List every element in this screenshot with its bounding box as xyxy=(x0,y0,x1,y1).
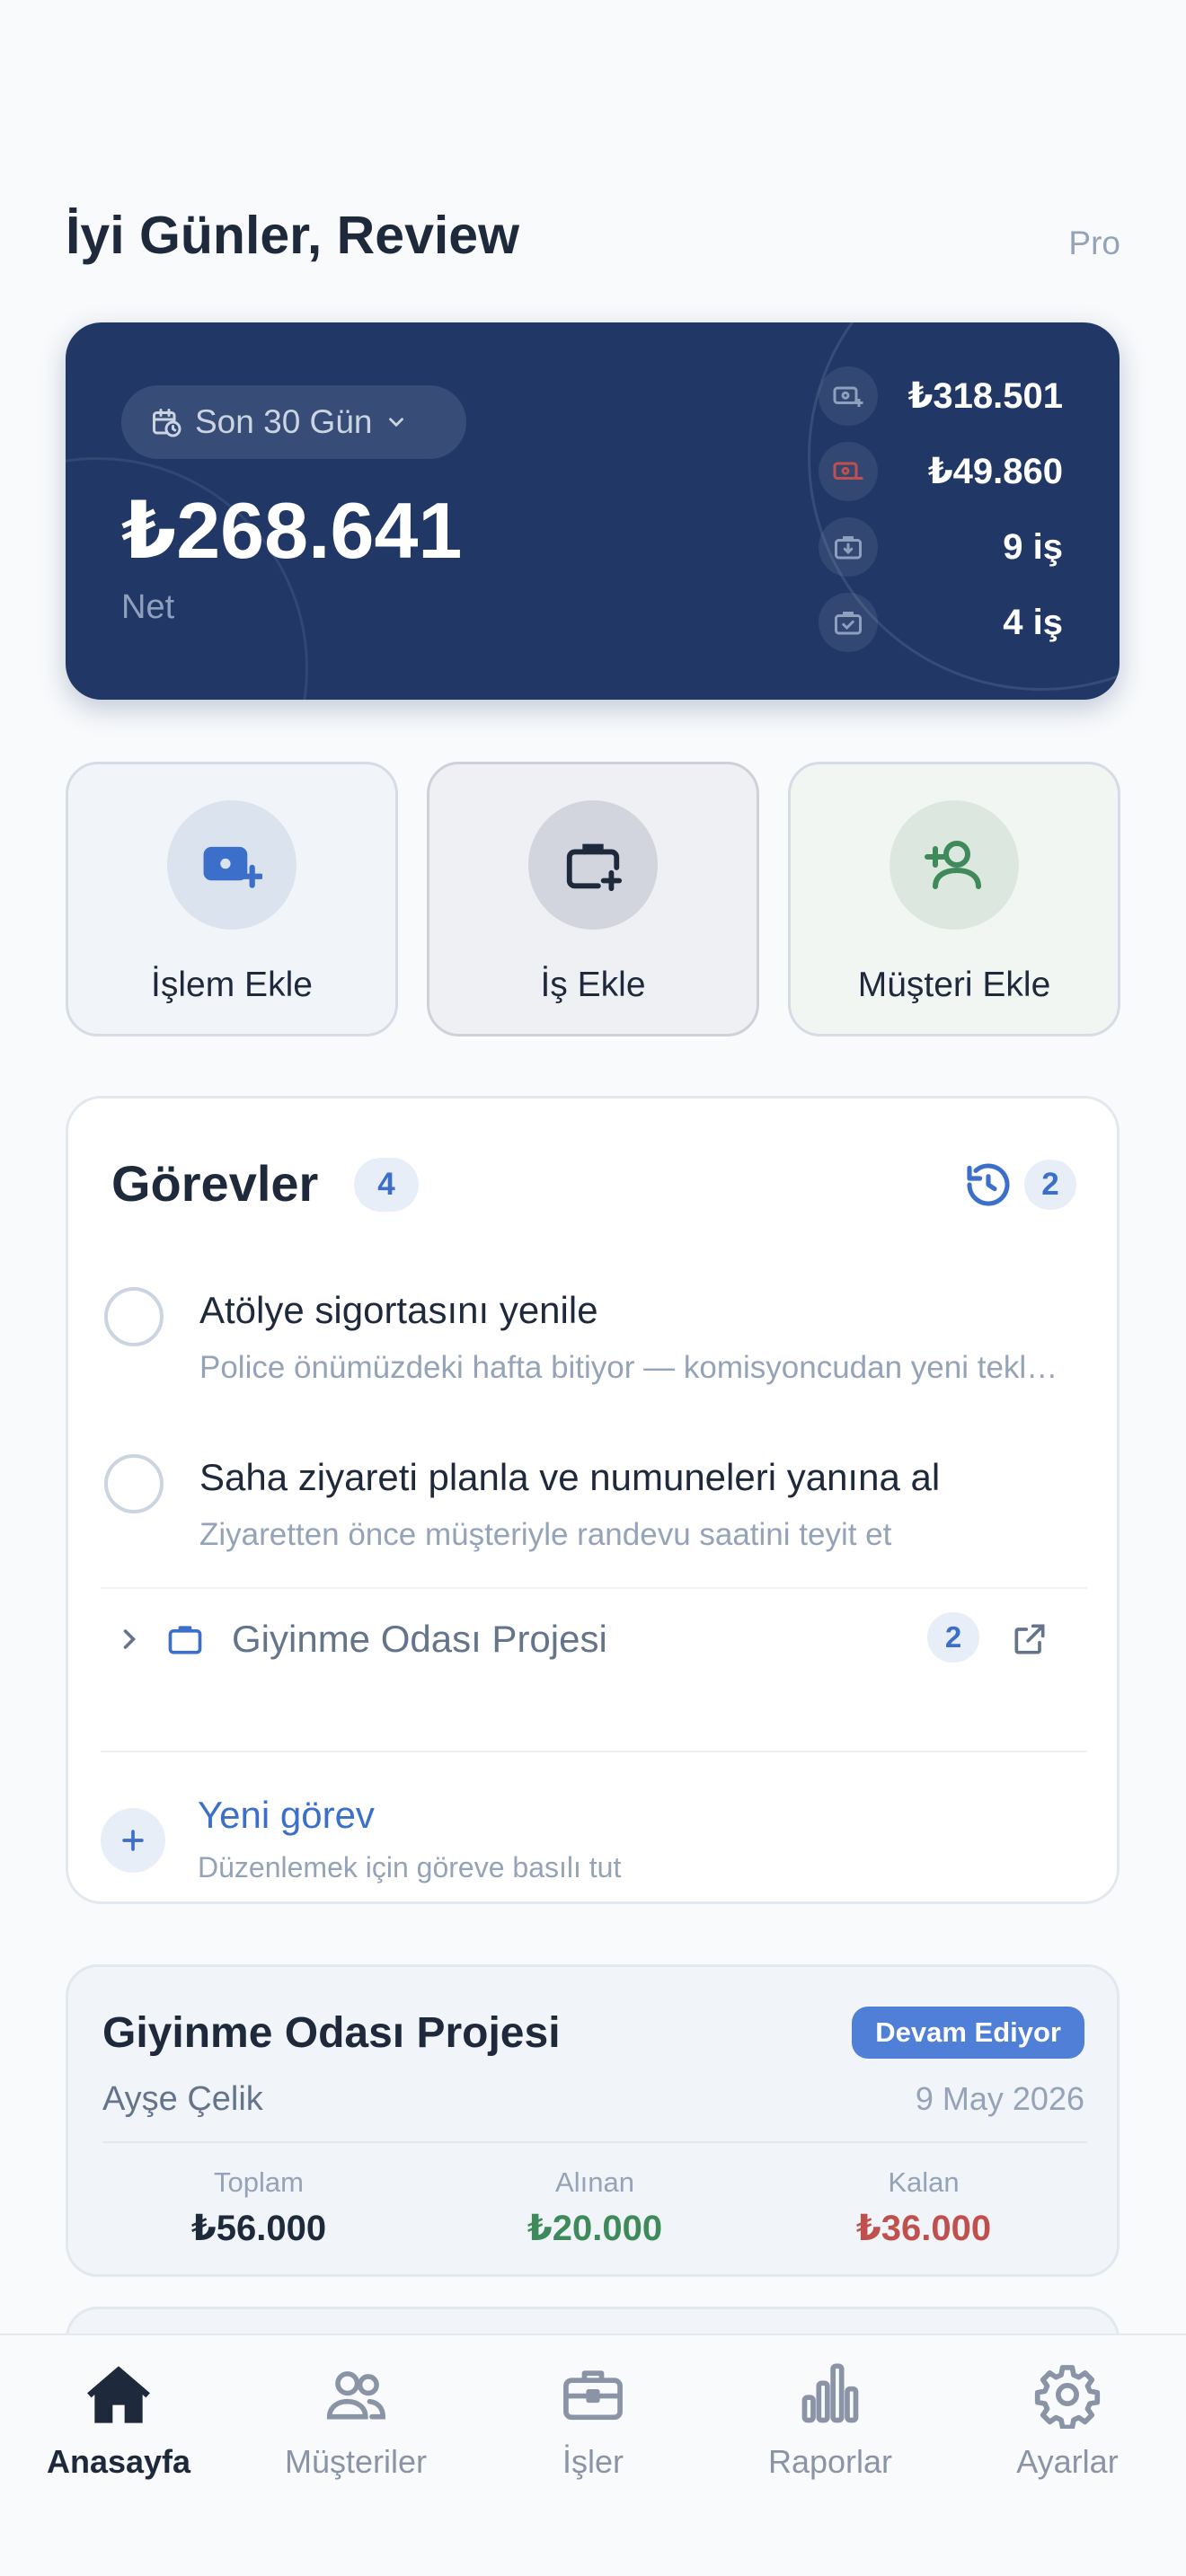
history-icon[interactable] xyxy=(963,1160,1013,1210)
briefcase-icon xyxy=(168,1626,202,1654)
external-link-icon[interactable] xyxy=(1010,1619,1049,1659)
period-label: Son 30 Gün xyxy=(195,403,373,440)
plus-icon xyxy=(122,1830,144,1851)
tasks-card: Görevler 4 2 Atölye sigortasını yenile P… xyxy=(66,1096,1120,1904)
new-task-hint: Düzenlemek için göreve basılı tut xyxy=(198,1851,622,1883)
net-value: ₺268.641 xyxy=(121,486,463,575)
project-title: Giyinme Odası Projesi xyxy=(102,2009,561,2057)
tasks-count-badge: 4 xyxy=(354,1158,419,1212)
history-count-badge: 2 xyxy=(1024,1160,1076,1210)
add-customer-button[interactable]: Müşteri Ekle xyxy=(788,762,1120,1037)
money-minus-icon xyxy=(833,462,863,480)
gear-icon xyxy=(1034,2365,1101,2429)
calendar-clock-icon xyxy=(153,409,181,437)
project-client: Ayşe Çelik xyxy=(102,2080,263,2118)
nav-label: İşler xyxy=(562,2443,624,2480)
briefcase-download-icon xyxy=(835,536,862,560)
stat-value: ₺318.501 xyxy=(907,376,1063,416)
qa-icon-wrap xyxy=(167,800,296,930)
plan-badge[interactable]: Pro xyxy=(1068,225,1120,262)
remaining-value: ₺36.000 xyxy=(855,2209,992,2248)
project-card[interactable]: Giyinme Odası Projesi Devam Ediyor Ayşe … xyxy=(66,1964,1120,2277)
money-plus-icon xyxy=(203,846,262,888)
qa-label: Müşteri Ekle xyxy=(857,966,1051,1004)
net-label: Net xyxy=(121,588,175,626)
money-plus-icon xyxy=(833,386,863,407)
received-column: Alınan ₺20.000 xyxy=(442,2166,748,2249)
stat-expense: ₺49.860 xyxy=(819,442,1063,501)
plus-icon-wrap xyxy=(101,1808,165,1873)
divider xyxy=(102,2141,1087,2143)
received-value: ₺20.000 xyxy=(527,2209,663,2248)
nav-label: Anasayfa xyxy=(46,2443,191,2480)
project-group-row[interactable]: Giyinme Odası Projesi 2 xyxy=(101,1591,1087,1689)
task-title: Saha ziyareti planla ve numuneleri yanın… xyxy=(199,1456,941,1498)
period-selector[interactable]: Son 30 Gün xyxy=(121,385,466,459)
tasks-title: Görevler xyxy=(111,1155,319,1212)
task-checkbox[interactable] xyxy=(104,1454,164,1513)
task-title: Atölye sigortasını yenile xyxy=(199,1289,598,1331)
qa-icon-wrap xyxy=(528,800,658,930)
nav-label: Müşteriler xyxy=(284,2443,428,2480)
project-date: 9 May 2026 xyxy=(915,2080,1084,2117)
nav-settings[interactable]: Ayarlar xyxy=(949,2359,1186,2481)
remaining-column: Kalan ₺36.000 xyxy=(771,2166,1076,2249)
total-value: ₺56.000 xyxy=(190,2209,327,2248)
bottom-nav: Anasayfa Müşteriler İşler Raporlar Ayarl… xyxy=(0,2333,1186,2576)
nav-label: Ayarlar xyxy=(1016,2443,1119,2480)
task-subtitle: Ziyaretten önce müşteriyle randevu saati… xyxy=(199,1517,892,1552)
qa-icon-wrap xyxy=(890,800,1019,930)
remaining-label: Kalan xyxy=(888,2166,960,2198)
nav-reports[interactable]: Raporlar xyxy=(712,2359,949,2481)
user-plus-icon xyxy=(925,841,981,889)
new-task-button[interactable]: Yeni görev Düzenlemek için göreve basılı… xyxy=(101,1790,1087,1883)
total-column: Toplam ₺56.000 xyxy=(106,2166,412,2249)
briefcase-plus-icon xyxy=(566,843,623,892)
greeting-title: İyi Günler, Review xyxy=(66,206,519,265)
briefcase-icon xyxy=(563,2370,623,2421)
received-label: Alınan xyxy=(555,2166,634,2198)
project-group-name: Giyinme Odası Projesi xyxy=(232,1618,607,1660)
chevron-down-icon xyxy=(389,418,404,428)
qa-label: İş Ekle xyxy=(540,966,646,1004)
project-group-count: 2 xyxy=(927,1612,979,1663)
nav-home[interactable]: Anasayfa xyxy=(0,2359,237,2481)
stat-jobs: 9 iş xyxy=(819,517,1063,577)
bar-chart-icon xyxy=(801,2363,859,2423)
chevron-right-icon[interactable] xyxy=(113,1623,146,1655)
nav-label: Raporlar xyxy=(767,2443,893,2480)
nav-jobs[interactable]: İşler xyxy=(474,2359,712,2481)
stat-value: 9 iş xyxy=(1003,526,1063,567)
task-subtitle: Police önümüzdeki hafta bitiyor — komisy… xyxy=(199,1350,1062,1385)
home-icon xyxy=(87,2366,150,2423)
stat-value: ₺49.860 xyxy=(927,452,1063,491)
status-badge: Devam Ediyor xyxy=(852,2007,1084,2059)
stat-income: ₺318.501 xyxy=(819,366,1063,426)
add-job-button[interactable]: İş Ekle xyxy=(427,762,759,1037)
stat-completed: 4 iş xyxy=(819,593,1063,652)
task-checkbox[interactable] xyxy=(104,1287,164,1346)
briefcase-check-icon xyxy=(835,612,862,635)
users-icon xyxy=(326,2371,385,2420)
add-transaction-button[interactable]: İşlem Ekle xyxy=(66,762,398,1037)
total-label: Toplam xyxy=(214,2166,304,2198)
divider xyxy=(101,1587,1087,1589)
nav-customers[interactable]: Müşteriler xyxy=(237,2359,474,2481)
divider xyxy=(101,1751,1087,1752)
summary-card: Son 30 Gün ₺268.641 Net ₺318.501 ₺49.860… xyxy=(66,322,1120,700)
new-task-label: Yeni görev xyxy=(198,1794,375,1836)
qa-label: İşlem Ekle xyxy=(151,966,313,1004)
stat-value: 4 iş xyxy=(1003,602,1063,642)
